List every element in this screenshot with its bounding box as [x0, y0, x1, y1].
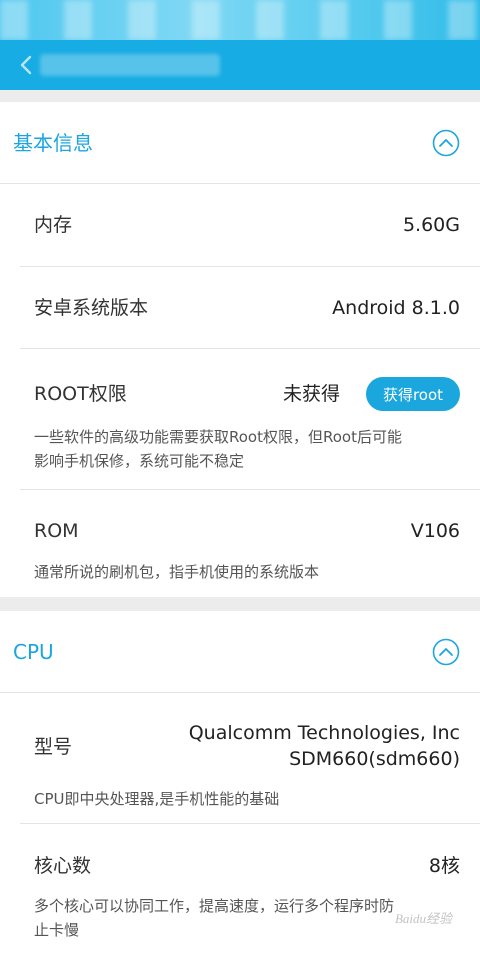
rom-description: 通常所说的刷机包，指手机使用的系统版本 [34, 563, 320, 581]
chevron-up-circle-icon[interactable] [432, 129, 460, 157]
root-description: 一些软件的高级功能需要获取Root权限，但Root后可能 影响手机保修，系统可能… [34, 425, 464, 473]
section-gap [0, 90, 480, 102]
chevron-up-circle-icon[interactable] [432, 638, 460, 666]
android-version-value: Android 8.1.0 [332, 297, 460, 319]
section-gap [0, 597, 480, 611]
section-title: 基本信息 [13, 131, 93, 155]
chevron-left-icon[interactable] [16, 54, 38, 76]
get-root-button[interactable]: 获得root [366, 377, 460, 411]
watermark: Baidu经验 [394, 911, 452, 926]
memory-value: 5.60G [402, 214, 460, 236]
app-bar-title-blurred [40, 54, 220, 76]
cpu-cores-label: 核心数 [34, 855, 92, 877]
cpu-model-value-line: Qualcomm Technologies, Inc [188, 722, 460, 744]
cpu-cores-value: 8核 [428, 855, 460, 877]
section-title: CPU [13, 640, 54, 664]
cpu-model-value: Qualcomm Technologies, Inc SDM660(sdm660… [189, 720, 460, 772]
cpu-model-label: 型号 [34, 736, 73, 758]
divider [0, 692, 480, 693]
rom-value: V106 [410, 520, 460, 542]
cpu-model-value-line: SDM660(sdm660) [289, 748, 460, 770]
app-bar [0, 40, 480, 90]
divider [20, 489, 480, 490]
root-description-line: 一些软件的高级功能需要获取Root权限，但Root后可能 [34, 428, 402, 446]
rom-label: ROM [34, 520, 79, 542]
android-version-label: 安卓系统版本 [34, 297, 149, 319]
status-bar-blur [0, 0, 480, 40]
divider [0, 183, 480, 184]
memory-label: 内存 [34, 214, 73, 236]
divider [20, 348, 480, 349]
root-status: 未获得 [283, 383, 341, 405]
divider [20, 266, 480, 267]
root-label: ROOT权限 [34, 383, 127, 405]
section-header-cpu[interactable]: CPU [0, 611, 480, 693]
divider [20, 823, 480, 824]
status-bar [0, 0, 480, 40]
root-description-line: 影响手机保修，系统可能不稳定 [34, 452, 245, 470]
cpu-model-description: CPU即中央处理器,是手机性能的基础 [34, 790, 280, 808]
section-header-basic[interactable]: 基本信息 [0, 102, 480, 184]
